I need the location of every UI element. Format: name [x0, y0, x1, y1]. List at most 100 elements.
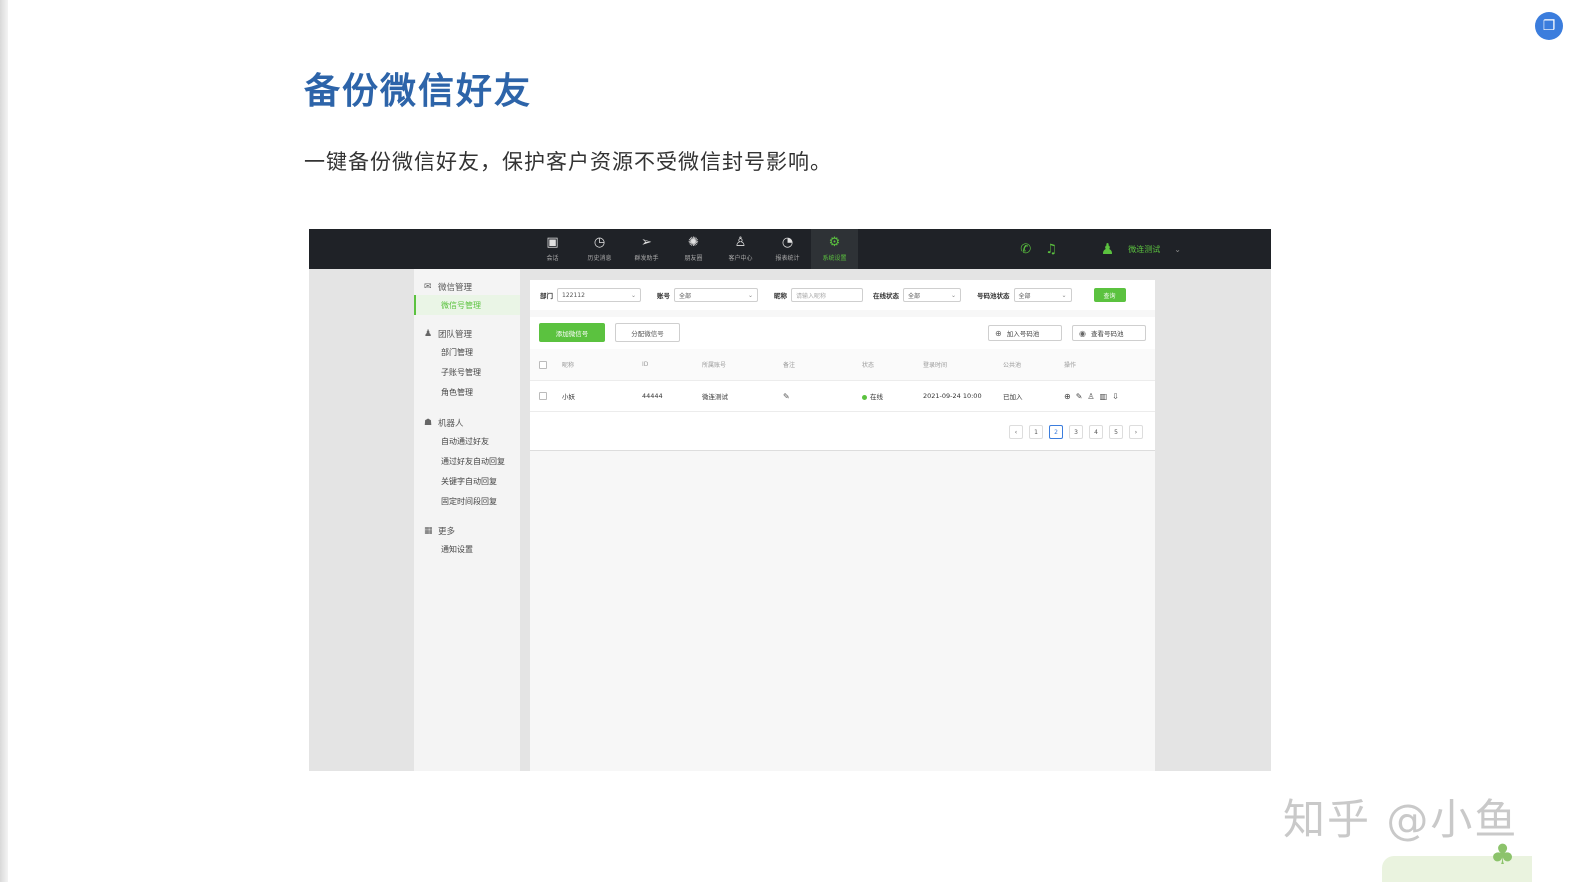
- column-header: 公共池: [1003, 362, 1022, 369]
- sidebar-group-label: 机器人: [438, 419, 464, 429]
- assign-wechat-button[interactable]: 分配微信号: [615, 323, 680, 342]
- nav-item-3[interactable]: ✺ 朋友圈: [670, 229, 717, 269]
- edit-icon[interactable]: ✎: [1076, 392, 1083, 401]
- status-text: 在线: [870, 393, 883, 401]
- add-wechat-button[interactable]: 添加微信号: [539, 323, 605, 342]
- account-select[interactable]: 全部 ⌄: [674, 288, 758, 302]
- sidebar-item[interactable]: 通知设置: [414, 539, 520, 559]
- sidebar-item[interactable]: 固定时间段回复: [414, 491, 520, 511]
- view-pool-label: 查看号码池: [1090, 330, 1124, 338]
- online-label: 在线状态: [873, 292, 899, 300]
- dept-select[interactable]: 122112 ⌄: [557, 288, 641, 302]
- join-pool-label: 加入号码池: [1006, 330, 1040, 338]
- page-button[interactable]: 1: [1029, 425, 1043, 439]
- nav-item-6[interactable]: ⚙ 系统设置: [811, 229, 858, 269]
- page-button[interactable]: 4: [1089, 425, 1103, 439]
- filter-bar: 部门 122112 ⌄ 账号 全部 ⌄ 昵称 请输入昵称 在线状态 全部 ⌄ 号码池状…: [530, 280, 1155, 310]
- nav-item-5[interactable]: ◔ 报表统计: [764, 229, 811, 269]
- user-icon: ♙: [734, 235, 747, 250]
- account-value: 全部: [679, 292, 692, 300]
- chat-bubble-icon[interactable]: ❐: [1535, 12, 1563, 40]
- page-button[interactable]: 3: [1069, 425, 1083, 439]
- row-checkbox[interactable]: [539, 392, 547, 400]
- nav-item-2[interactable]: ➢ 群发助手: [623, 229, 670, 269]
- sidebar-group-title[interactable]: ✉ 微信管理: [414, 279, 520, 295]
- main-nav: ▣ 会话 ◷ 历史消息 ➢ 群发助手 ✺ 朋友圈 ♙ 客户中心 ◔ 报表统计 ⚙ 系统设置: [529, 229, 858, 269]
- join-pool-button[interactable]: ⊕ 加入号码池: [988, 325, 1062, 341]
- column-header: 昵称: [562, 362, 575, 369]
- row-actions: ⊕ ✎ ♙ ▥ ⇩: [1064, 392, 1119, 401]
- nav-item-label: 客户中心: [728, 255, 753, 262]
- sidebar-item[interactable]: 微信号管理: [414, 295, 520, 315]
- prev-page-button[interactable]: ‹: [1009, 425, 1023, 439]
- clock-icon: ◷: [593, 235, 606, 250]
- bell-icon[interactable]: ♫: [1045, 242, 1057, 257]
- nav-item-label: 历史消息: [587, 255, 612, 262]
- slide-title: 备份微信好友: [304, 71, 533, 112]
- sidebar-group-0: ✉ 微信管理 微信号管理: [414, 279, 520, 315]
- chat-icon: ▣: [546, 235, 559, 250]
- nav-item-label: 系统设置: [822, 255, 847, 262]
- next-page-button[interactable]: ›: [1129, 425, 1143, 439]
- sidebar-group-title[interactable]: ☗ 机器人: [414, 415, 520, 431]
- nav-item-label: 报表统计: [775, 255, 800, 262]
- trash-icon[interactable]: ▥: [1100, 392, 1108, 401]
- sidebar-group-label: 团队管理: [438, 330, 473, 340]
- dept-label: 部门: [540, 292, 553, 300]
- nav-item-1[interactable]: ◷ 历史消息: [576, 229, 623, 269]
- grid-icon: ▦: [424, 526, 433, 536]
- top-right-controls: ✆ ♫ ♟ 微连测试 ⌄: [1020, 229, 1181, 269]
- edit-note-icon[interactable]: ✎: [783, 392, 790, 401]
- watermark: 知乎 @小鱼: [1283, 795, 1519, 844]
- select-all-checkbox[interactable]: [539, 360, 547, 369]
- column-header: 操作: [1064, 362, 1077, 369]
- sidebar-group-3: ▦ 更多 通知设置: [414, 523, 520, 559]
- plus-circle-icon: ⊕: [995, 328, 1002, 338]
- column-header: ID: [642, 361, 649, 368]
- sidebar-item[interactable]: 角色管理: [414, 382, 520, 402]
- column-header: 所属账号: [702, 362, 727, 369]
- cell-nick: 小妖: [562, 393, 575, 401]
- column-header: 登录时间: [923, 362, 948, 369]
- top-nav-bar: ▣ 会话 ◷ 历史消息 ➢ 群发助手 ✺ 朋友圈 ♙ 客户中心 ◔ 报表统计 ⚙ 系统设置 ✆ ♫ ♟ 微…: [309, 229, 1271, 269]
- chevron-down-icon[interactable]: ⌄: [1174, 245, 1181, 254]
- page-button[interactable]: 2: [1049, 425, 1063, 439]
- nick-label: 昵称: [774, 292, 787, 300]
- user-avatar-icon[interactable]: ♟: [1101, 240, 1114, 258]
- online-select[interactable]: 全部 ⌄: [903, 288, 961, 302]
- sidebar-item[interactable]: 部门管理: [414, 342, 520, 362]
- nav-item-4[interactable]: ♙ 客户中心: [717, 229, 764, 269]
- transfer-user-icon[interactable]: ♙: [1087, 392, 1094, 401]
- main-content: 部门 122112 ⌄ 账号 全部 ⌄ 昵称 请输入昵称 在线状态 全部 ⌄ 号码池状…: [530, 280, 1155, 771]
- pool-select[interactable]: 全部 ⌄: [1013, 288, 1072, 302]
- pie-chart-icon: ◔: [781, 235, 794, 250]
- sidebar-item[interactable]: 自动通过好友: [414, 431, 520, 451]
- cell-account: 微连测试: [702, 393, 728, 401]
- phone-icon[interactable]: ✆: [1020, 242, 1031, 257]
- nav-item-label: 朋友圈: [684, 255, 703, 262]
- dept-value: 122112: [562, 291, 585, 299]
- online-value: 全部: [908, 292, 921, 300]
- nick-input[interactable]: 请输入昵称: [791, 288, 863, 302]
- sidebar-item[interactable]: 通过好友自动回复: [414, 451, 520, 471]
- download-icon[interactable]: ⇩: [1112, 392, 1119, 401]
- sidebar-item[interactable]: 子账号管理: [414, 362, 520, 382]
- sidebar-group-title[interactable]: ▦ 更多: [414, 523, 520, 539]
- sidebar-group-title[interactable]: ♟ 团队管理: [414, 326, 520, 342]
- page-button[interactable]: 5: [1109, 425, 1123, 439]
- nav-item-label: 会话: [546, 255, 559, 262]
- column-header: 状态: [862, 362, 875, 369]
- sidebar: ✉ 微信管理 微信号管理 ♟ 团队管理 部门管理 子账号管理 角色管理 ☗ 机器人 自动通过好友 通过…: [414, 269, 520, 771]
- nav-item-label: 群发助手: [634, 255, 659, 262]
- send-icon: ➢: [641, 235, 652, 250]
- view-pool-button[interactable]: ◉ 查看号码池: [1072, 325, 1146, 341]
- pool-label: 号码池状态: [977, 292, 1010, 300]
- pagination: ‹ 1 2 3 4 5 ›: [530, 413, 1155, 451]
- search-button[interactable]: 查询: [1093, 288, 1126, 302]
- sidebar-item[interactable]: 关键字自动回复: [414, 471, 520, 491]
- add-circle-icon[interactable]: ⊕: [1064, 392, 1071, 401]
- cell-pool: 已加入: [1003, 393, 1023, 401]
- nav-item-0[interactable]: ▣ 会话: [529, 229, 576, 269]
- pool-value: 全部: [1018, 292, 1031, 300]
- user-name[interactable]: 微连测试: [1128, 244, 1160, 255]
